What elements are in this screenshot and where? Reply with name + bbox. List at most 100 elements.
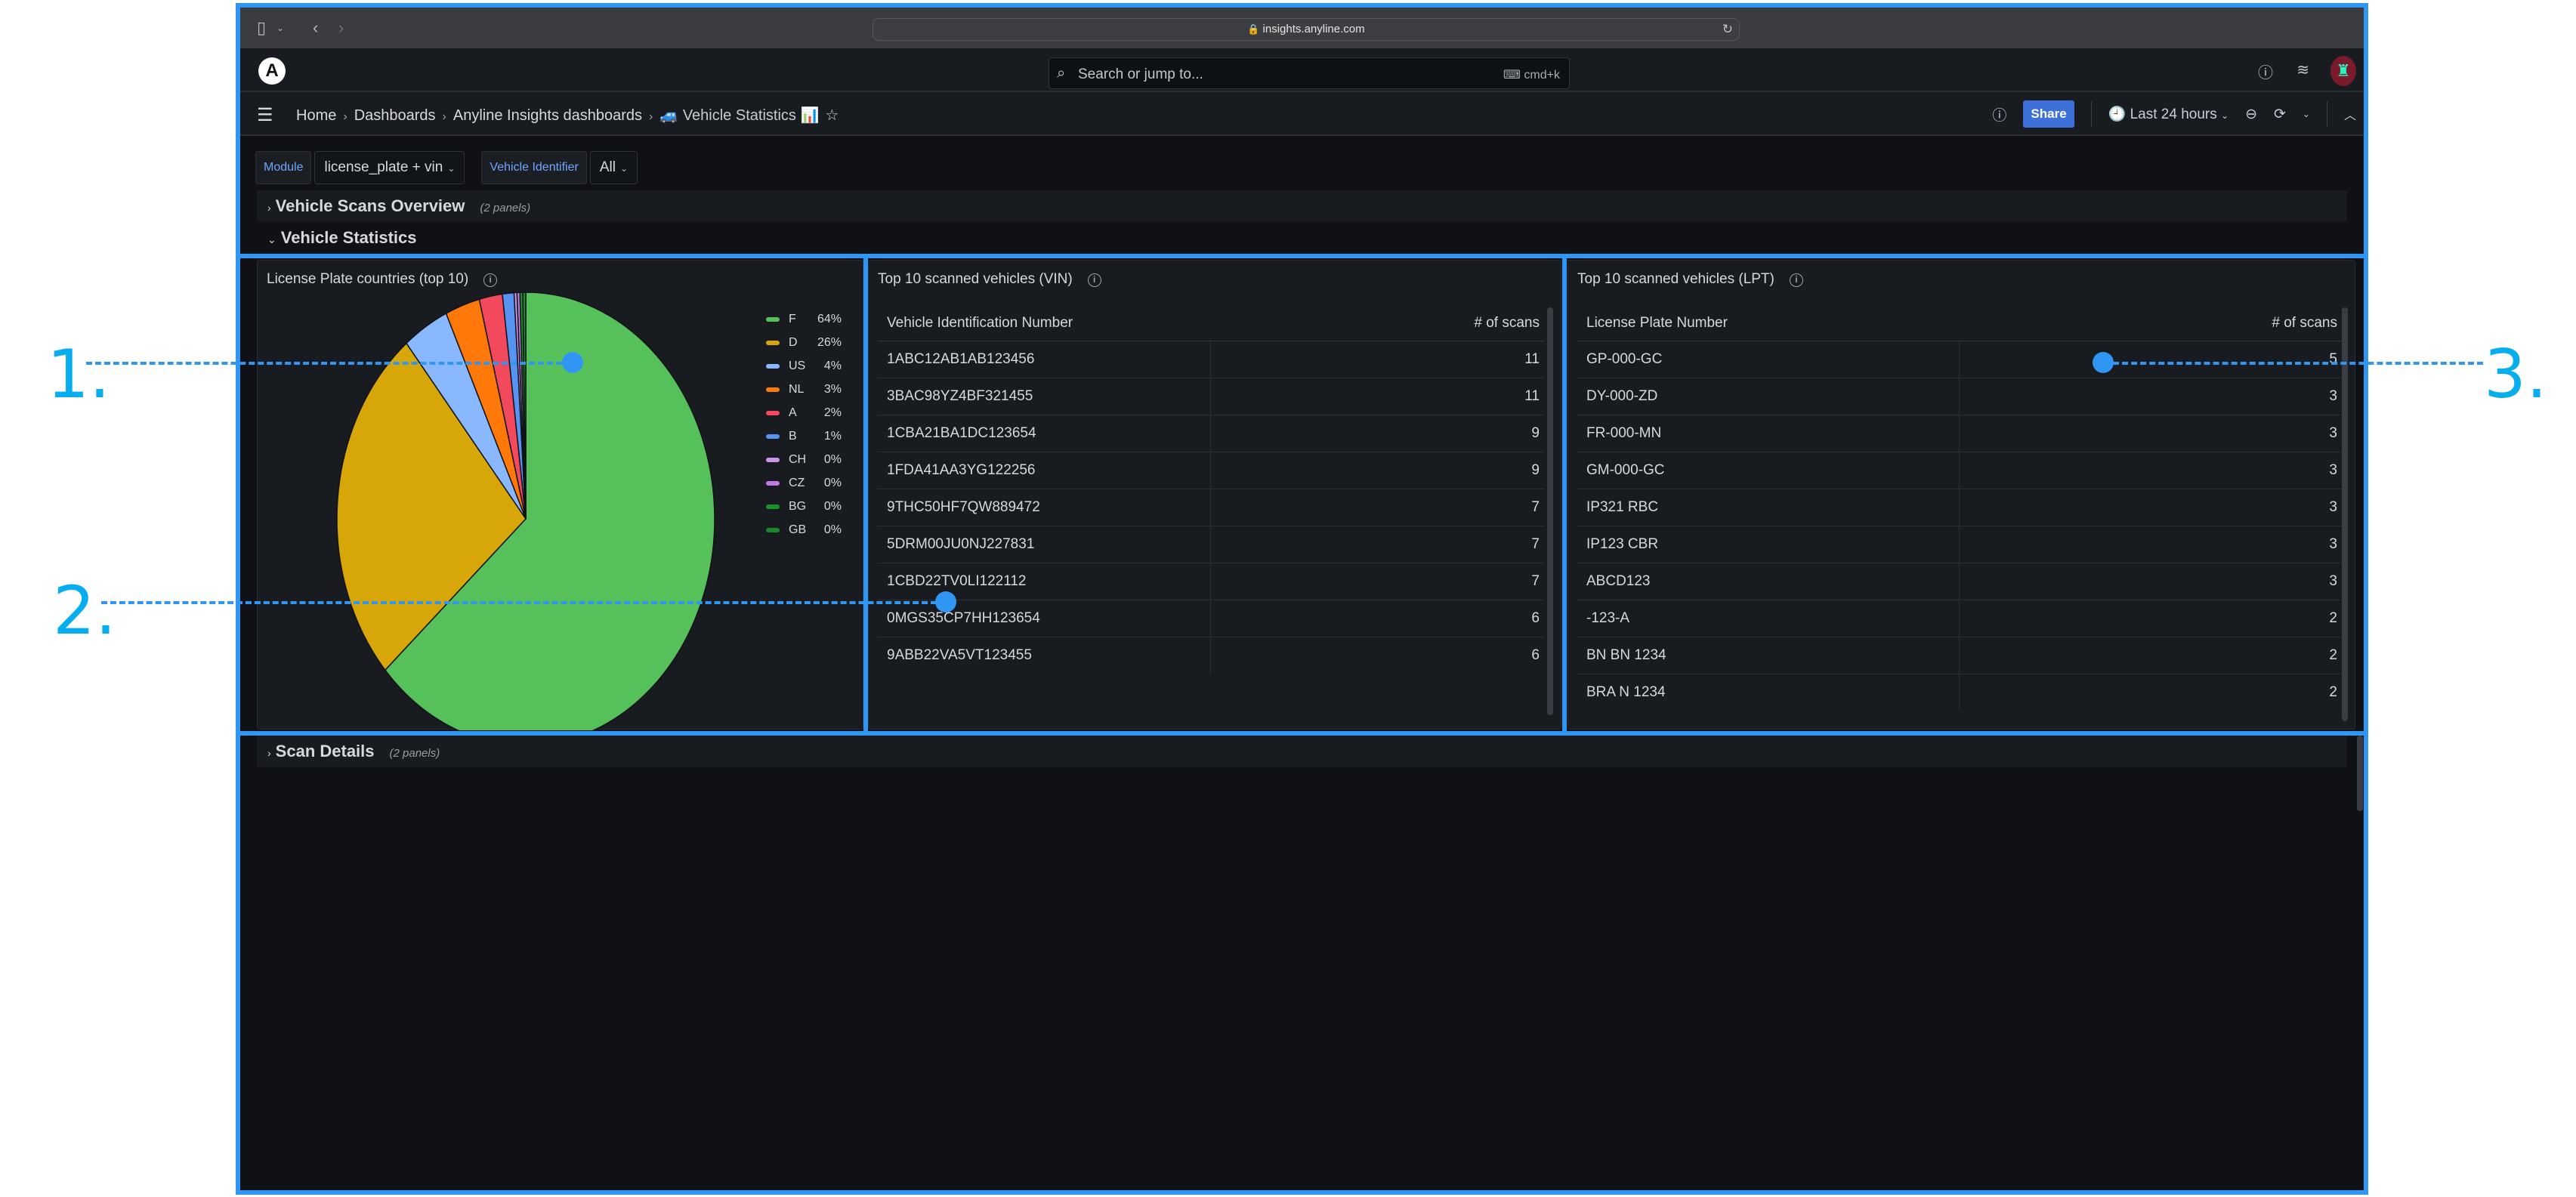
collapse-icon[interactable]: ︿ — [2344, 105, 2356, 123]
identifier-cell: 1CBD22TV0LI122112 — [878, 563, 1211, 600]
legend-percent: 1% — [823, 429, 842, 443]
breadcrumb-anyline-insights[interactable]: Anyline Insights dashboards — [453, 107, 642, 124]
scan-count-cell: 3 — [1959, 526, 2342, 563]
breadcrumb-home[interactable]: Home — [296, 107, 336, 124]
legend-item-cz[interactable]: CZ 0% — [766, 471, 842, 495]
breadcrumb-current: 🚙 Vehicle Statistics 📊 — [659, 107, 820, 124]
back-icon[interactable]: ‹ — [313, 18, 318, 38]
legend-item-gb[interactable]: GB 0% — [766, 518, 842, 541]
scan-count-cell: 11 — [1210, 341, 1544, 378]
scan-count-cell: 9 — [1210, 415, 1544, 452]
highlight-divider — [863, 254, 868, 734]
legend-percent: 26% — [817, 335, 842, 349]
lpt-table: License Plate Number # of scans GP-000-G… — [1577, 306, 2342, 711]
table-row[interactable]: 1CBA21BA1DC123654 9 — [878, 415, 1544, 452]
search-input[interactable]: ⌕ Search or jump to... ⌨ cmd+k — [1049, 57, 1570, 89]
legend-label: D — [789, 335, 798, 349]
legend-item-us[interactable]: US 4% — [766, 354, 842, 378]
table-row[interactable]: FR-000-MN 3 — [1577, 415, 2342, 452]
user-avatar[interactable]: ♜ — [2330, 56, 2356, 86]
column-header-scans[interactable]: # of scans — [1210, 306, 1544, 341]
scan-count-cell: 2 — [1959, 637, 2342, 674]
table-row[interactable]: 3BAC98YZ4BF321455 11 — [878, 378, 1544, 415]
legend-item-ch[interactable]: CH 0% — [766, 448, 842, 471]
time-range-picker[interactable]: 🕘 Last 24 hours ⌄ — [2108, 105, 2229, 123]
module-select[interactable]: license_plate + vin ⌄ — [314, 151, 465, 184]
legend-swatch — [766, 433, 780, 439]
star-icon[interactable]: ☆ — [825, 107, 839, 124]
row-scan-details[interactable]: › Scan Details (2 panels) — [257, 736, 2347, 767]
chevron-down-icon[interactable]: ⌄ — [276, 18, 284, 38]
zoom-out-icon[interactable]: ⊖ — [2245, 106, 2257, 123]
chevron-right-icon: › — [267, 747, 271, 759]
table-row[interactable]: 0MGS35CP7HH123654 6 — [878, 600, 1544, 637]
column-header-scans[interactable]: # of scans — [1959, 306, 2342, 341]
annotation-line-2 — [101, 601, 937, 604]
menu-icon[interactable]: ☰ — [257, 104, 273, 126]
panel-title: Top 10 scanned vehicles (VIN) i — [878, 271, 1101, 288]
table-row[interactable]: 9THC50HF7QW889472 7 — [878, 489, 1544, 526]
legend-item-d[interactable]: D 26% — [766, 331, 842, 354]
page-scrollbar[interactable] — [2357, 736, 2363, 811]
legend-item-bg[interactable]: BG 0% — [766, 495, 842, 518]
table-row[interactable]: 1FDA41AA3YG122256 9 — [878, 452, 1544, 489]
news-feed-icon[interactable]: ≋ — [2296, 60, 2309, 79]
vehicle-identifier-select[interactable]: All ⌄ — [589, 151, 638, 184]
table-row[interactable]: IP123 CBR 3 — [1577, 526, 2342, 563]
legend-label: US — [789, 359, 806, 372]
annotation-label-1: 1. — [47, 335, 110, 413]
table-row[interactable]: 1ABC12AB1AB123456 11 — [878, 341, 1544, 378]
legend-swatch — [766, 387, 780, 392]
row-vehicle-statistics[interactable]: ⌄ Vehicle Statistics — [257, 222, 2347, 254]
table-row[interactable]: GM-000-GC 3 — [1577, 452, 2342, 489]
legend-item-nl[interactable]: NL 3% — [766, 378, 842, 401]
table-row[interactable]: DY-000-ZD 3 — [1577, 378, 2342, 415]
refresh-interval-chevron-icon[interactable]: ⌄ — [2303, 109, 2310, 119]
help-icon[interactable]: ⓘ — [2258, 60, 2273, 82]
sidebar-toggle-icon[interactable]: ▯ — [257, 18, 266, 38]
lock-icon: 🔒 — [1247, 23, 1260, 35]
address-bar[interactable]: 🔒 insights.anyline.com ↻ — [873, 18, 1740, 41]
table-row[interactable]: 1CBD22TV0LI122112 7 — [878, 563, 1544, 600]
legend-label: NL — [789, 382, 805, 396]
share-button[interactable]: Share — [2023, 100, 2074, 128]
forward-icon[interactable]: › — [338, 18, 344, 38]
scrollbar[interactable] — [2342, 307, 2348, 721]
browser-toolbar: ▯ ⌄ ‹ › 🔒 insights.anyline.com ↻ — [240, 8, 2364, 50]
chart-legend: F 64% D 26% US 4% NL 3% A 2% B 1% CH 0% CZ 0% BG 0% GB 0% — [766, 307, 842, 541]
identifier-cell: IP321 RBC — [1577, 489, 1960, 526]
reload-icon[interactable]: ↻ — [1722, 19, 1733, 40]
table-row[interactable]: ABCD123 3 — [1577, 563, 2342, 600]
identifier-cell: BN BN 1234 — [1577, 637, 1960, 674]
row-vehicle-scans-overview[interactable]: › Vehicle Scans Overview (2 panels) — [257, 190, 2347, 222]
variable-label-vehicle-identifier: Vehicle Identifier — [481, 151, 587, 184]
legend-item-a[interactable]: A 2% — [766, 401, 842, 424]
table-row[interactable]: BN BN 1234 2 — [1577, 637, 2342, 674]
table-row[interactable]: -123-A 2 — [1577, 600, 2342, 637]
legend-swatch — [766, 316, 780, 322]
legend-item-f[interactable]: F 64% — [766, 307, 842, 331]
info-icon[interactable]: i — [1087, 273, 1101, 287]
breadcrumb-dashboards[interactable]: Dashboards — [354, 107, 436, 124]
refresh-icon[interactable]: ⟳ — [2274, 106, 2286, 123]
legend-item-b[interactable]: B 1% — [766, 424, 842, 448]
table-row[interactable]: 5DRM00JU0NJ227831 7 — [878, 526, 1544, 563]
scan-count-cell: 6 — [1210, 600, 1544, 637]
search-placeholder: Search or jump to... — [1078, 66, 1203, 82]
table-row[interactable]: IP321 RBC 3 — [1577, 489, 2342, 526]
table-row[interactable]: 9ABB22VA5VT123455 6 — [878, 637, 1544, 674]
scan-count-cell: 5 — [1959, 341, 2342, 378]
annotation-line-1 — [86, 362, 562, 365]
table-row[interactable]: GP-000-GC 5 — [1577, 341, 2342, 378]
table-header-row: License Plate Number # of scans — [1577, 306, 2342, 341]
annotation-marker-1 — [562, 352, 583, 373]
info-icon[interactable]: i — [1789, 273, 1803, 287]
table-row[interactable]: BRA N 1234 2 — [1577, 674, 2342, 711]
column-header-plate[interactable]: License Plate Number — [1577, 306, 1959, 341]
scrollbar[interactable] — [1547, 307, 1553, 715]
anyline-logo[interactable]: A — [258, 57, 286, 85]
info-icon[interactable]: ⓘ — [1992, 104, 2006, 125]
annotation-marker-2 — [935, 591, 956, 612]
car-emoji-icon: 🚙 — [659, 107, 679, 124]
column-header-vin[interactable]: Vehicle Identification Number — [878, 306, 1210, 341]
